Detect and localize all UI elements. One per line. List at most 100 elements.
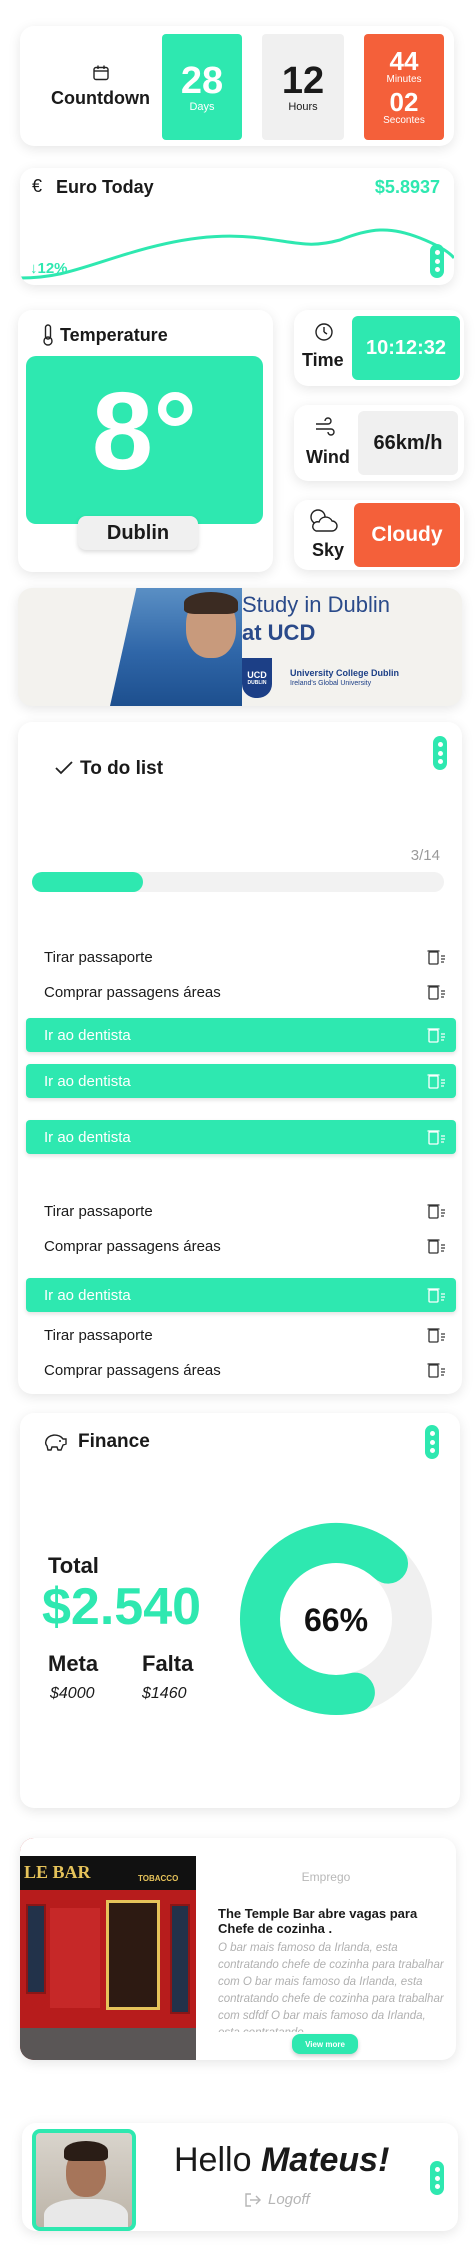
countdown-title: Countdown	[51, 87, 150, 108]
temple-bar-photo: LE BAR TOBACCO	[20, 1838, 196, 2060]
avatar	[32, 2129, 136, 2231]
wind-icon	[316, 417, 335, 436]
temperature-title: Temperature	[60, 325, 168, 345]
days-label: Days	[189, 101, 215, 113]
todo-progress-text: 3/14	[410, 847, 440, 864]
trash-icon[interactable]	[426, 1326, 446, 1348]
ad-person-hair	[184, 592, 238, 614]
time-card: Time 10:12:32	[294, 310, 464, 386]
euro-card: € Euro Today $5.8937 ↓ 12%	[20, 168, 454, 285]
ad-line2: at UCD	[242, 620, 316, 645]
sky-card: Sky Cloudy	[294, 500, 464, 570]
job-body: O bar mais famoso da Irlanda, esta contr…	[218, 1942, 444, 2032]
todo-item-label: Tirar passaporte	[44, 1202, 153, 1220]
trash-icon[interactable]	[426, 983, 446, 1005]
wind-value-box: 66km/h	[358, 411, 458, 475]
job-category: Emprego	[301, 1870, 351, 1884]
todo-item[interactable]: Tirar passaporte	[26, 940, 456, 974]
todo-item-label: Ir ao dentista	[44, 1026, 131, 1044]
finance-falta-value: $1460	[142, 1685, 187, 1702]
time-value: 10:12:32	[365, 336, 447, 359]
photo-sign-text: LE BAR	[24, 1862, 91, 1882]
todo-item-label: Ir ao dentista	[44, 1286, 131, 1304]
countdown-card: Countdown 28 Days 12 Hours 44 Minutes 02…	[20, 26, 454, 146]
minutes-label: Minutes	[386, 74, 422, 85]
minutes-value: 44	[389, 46, 419, 76]
todo-menu-button[interactable]	[433, 736, 447, 770]
finance-total-value: $2.540	[42, 1578, 202, 1636]
ad-tagline: Ireland's Global University	[290, 680, 372, 687]
temperature-value: 8°	[91, 370, 198, 493]
trash-icon[interactable]	[426, 1128, 446, 1150]
hours-label: Hours	[288, 101, 318, 113]
trash-icon[interactable]	[426, 948, 446, 970]
time-value-box: 10:12:32	[352, 316, 460, 380]
euro-title: Euro Today	[56, 177, 154, 197]
todo-item[interactable]: Ir ao dentista	[26, 1018, 456, 1052]
trash-icon[interactable]	[426, 1072, 446, 1094]
checkmark-icon	[55, 761, 73, 775]
todo-title: To do list	[80, 758, 164, 779]
todo-item-label: Comprar passagens áreas	[44, 983, 221, 1001]
seconds-label: Secontes	[383, 115, 425, 126]
finance-total-label: Total	[48, 1553, 99, 1578]
todo-item-label: Tirar passaporte	[44, 1326, 153, 1344]
trash-icon[interactable]	[426, 1361, 446, 1383]
clock-icon	[315, 323, 333, 341]
ucd-ad-banner[interactable]: Study in Dublin at UCD UCD DUBLIN Univer…	[18, 588, 462, 706]
trash-icon[interactable]	[426, 1237, 446, 1259]
wind-label: Wind	[306, 447, 350, 467]
user-menu-button[interactable]	[430, 2161, 444, 2195]
finance-menu-button[interactable]	[425, 1425, 439, 1459]
photo-tobacco-text: TOBACCO	[138, 1874, 179, 1883]
todo-item[interactable]: Ir ao dentista	[26, 1120, 456, 1154]
trash-icon[interactable]	[426, 1286, 446, 1308]
sky-value-box: Cloudy	[354, 503, 460, 567]
todo-item[interactable]: Tirar passaporte	[26, 1194, 456, 1228]
euro-trend-line	[20, 228, 454, 280]
todo-item[interactable]: Comprar passagens áreas	[26, 1229, 456, 1263]
view-more-button[interactable]: View more	[292, 2034, 358, 2054]
euro-change: ↓ 12%	[30, 260, 68, 277]
time-label: Time	[302, 350, 344, 370]
user-name: Mateus!	[260, 2141, 390, 2179]
wind-card: Wind 66km/h	[294, 405, 464, 481]
hours-box: 12 Hours	[262, 34, 344, 140]
todo-item[interactable]: Comprar passagens áreas	[26, 1353, 456, 1387]
ucd-crest: UCD DUBLIN	[242, 658, 272, 698]
sky-value: Cloudy	[371, 523, 443, 546]
todo-item-label: Comprar passagens áreas	[44, 1361, 221, 1379]
logoff-button[interactable]: Logoff	[244, 2191, 310, 2208]
job-card: LE BAR TOBACCO Emprego The Temple Bar ab…	[20, 1838, 456, 2060]
finance-donut-chart: 66%	[240, 1523, 432, 1715]
hours-value: 12	[281, 60, 325, 102]
todo-item-label: Comprar passagens áreas	[44, 1237, 221, 1255]
finance-title: Finance	[78, 1431, 150, 1452]
trash-icon[interactable]	[426, 1202, 446, 1224]
todo-progress-track	[32, 872, 444, 892]
todo-progress-fill	[32, 872, 144, 892]
todo-item[interactable]: Tirar passaporte	[26, 1318, 456, 1352]
todo-item[interactable]: Comprar passagens áreas	[26, 975, 456, 1009]
finance-falta-label: Falta	[142, 1651, 194, 1676]
calendar-icon	[92, 65, 109, 80]
finance-meta-label: Meta	[48, 1651, 99, 1676]
days-box: 28 Days	[162, 34, 242, 140]
arrow-down-icon: ↓	[30, 260, 38, 277]
todo-item[interactable]: Ir ao dentista	[26, 1278, 456, 1312]
todo-item-label: Tirar passaporte	[44, 948, 153, 966]
job-headline: The Temple Bar abre vagas para Chefe de …	[218, 1906, 418, 1936]
euro-value: $5.8937	[374, 177, 440, 197]
seconds-value: 02	[389, 87, 419, 117]
euro-menu-button[interactable]	[430, 244, 444, 278]
finance-percent: 66%	[304, 1602, 368, 1638]
todo-item[interactable]: Ir ao dentista	[26, 1064, 456, 1098]
temperature-card: Temperature 8° Dublin	[18, 310, 273, 572]
ad-university: University College Dublin	[290, 668, 400, 678]
greeting: Hello Mateus!	[174, 2141, 389, 2180]
temperature-display: 8°	[26, 356, 263, 524]
sky-label: Sky	[312, 540, 345, 560]
wind-value: 66km/h	[373, 431, 443, 454]
thermometer-icon	[43, 324, 53, 346]
trash-icon[interactable]	[426, 1026, 446, 1048]
